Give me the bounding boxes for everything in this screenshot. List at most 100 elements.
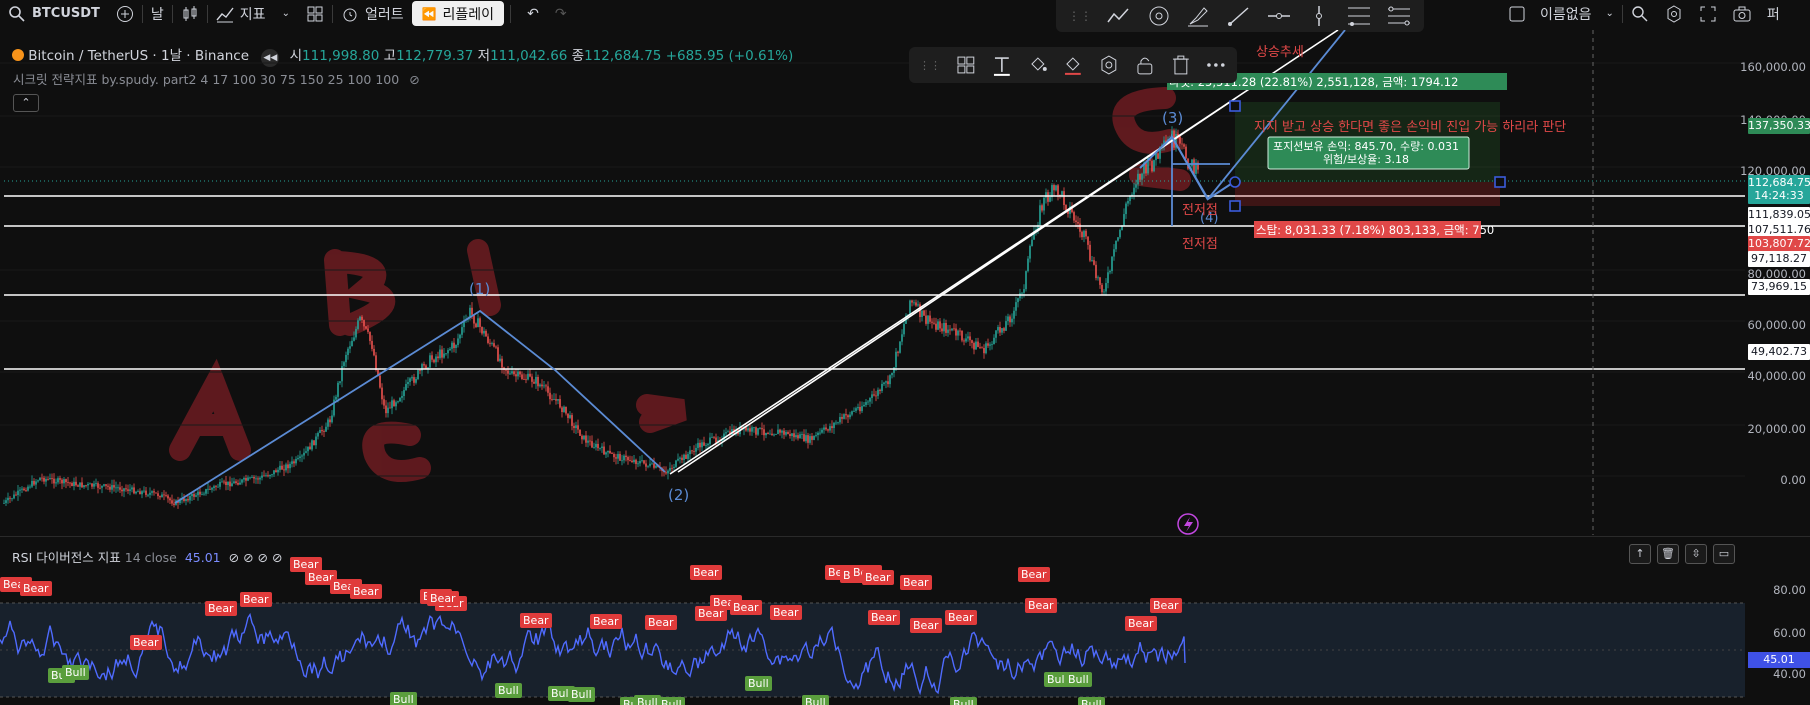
wave-label-1: (1) — [469, 280, 490, 298]
quick-search-button[interactable] — [1623, 0, 1657, 27]
tradingview-chart-window: BTCUSDT 날 지표 ⌄ 얼러트 ⏪ 리플레이 ↶ ↷ 이름없음 ⌄ 퍼 ⋮… — [0, 0, 1810, 705]
price-chart[interactable]: (1) (2) (3) (4) 전저점 전저점 상승추세 지지 받고 상승 한다… — [0, 30, 1745, 535]
settings-icon[interactable] — [1098, 54, 1120, 76]
price-badge: 73,969.15 — [1748, 279, 1810, 295]
grid-icon — [307, 6, 323, 21]
publish-button[interactable]: 퍼 — [1759, 0, 1788, 27]
bear-divergence-label: Bear — [1025, 598, 1057, 613]
drawing-float-toolbar: ⋮⋮ — [909, 47, 1237, 83]
settings-button[interactable] — [1657, 0, 1691, 27]
bull-divergence-label: Bull — [1065, 672, 1092, 687]
stop-text: 스탑: 8,031.33 (7.18%) 803,133, 금액: 750 — [1256, 223, 1494, 237]
parallel-channel-tool-icon[interactable] — [1386, 4, 1412, 28]
replay-button[interactable]: ⏪ 리플레이 — [411, 1, 505, 26]
fullscreen-button[interactable] — [1691, 0, 1725, 27]
price-badge: 49,402.73 — [1748, 344, 1810, 360]
wave-label-2: (2) — [668, 486, 689, 504]
horizontal-levels — [4, 195, 1745, 370]
price-tick-label: 20,000.00 — [1747, 422, 1806, 436]
replay-label: 리플레이 — [442, 6, 495, 23]
chevron-down-icon: ⌄ — [1605, 8, 1614, 19]
bear-divergence-label: Bear — [205, 601, 237, 616]
search-icon — [9, 5, 25, 22]
bear-divergence-label: Bear — [862, 570, 894, 585]
rsi-tick-label: 40.00 — [1773, 667, 1806, 681]
lock-icon[interactable] — [1134, 54, 1156, 76]
bear-divergence-label: Bear — [1018, 567, 1050, 582]
target-tool-icon[interactable] — [1146, 4, 1172, 28]
watermark-letters — [169, 87, 1191, 482]
bear-divergence-label: Bear — [240, 592, 272, 607]
layout-name: 이름없음 — [1540, 6, 1592, 23]
undo-button[interactable]: ↶ — [519, 0, 547, 27]
bull-divergence-label: Bull — [62, 665, 89, 680]
loss-zone[interactable] — [1235, 182, 1500, 206]
bear-divergence-label: Bear — [695, 606, 727, 621]
price-tick-label: 60,000.00 — [1747, 318, 1806, 332]
background-color-icon[interactable] — [1062, 54, 1084, 76]
price-tick-label: 40,000.00 — [1747, 369, 1806, 383]
snapshot-button[interactable] — [1725, 0, 1759, 27]
indicators-label: 지표 — [239, 6, 266, 23]
price-tick-label: 0.00 — [1780, 473, 1806, 487]
rsi-value-badge: 45.01 — [1748, 652, 1810, 668]
text-tool-icon[interactable] — [991, 54, 1013, 76]
alert-button[interactable]: 얼러트 — [333, 0, 412, 27]
position-line2: 위험/보상율: 3.18 — [1323, 153, 1409, 166]
bull-divergence-label: Bull — [568, 687, 595, 702]
bear-divergence-label: Bear — [730, 600, 762, 615]
publish-label: 퍼 — [1766, 6, 1780, 23]
chevron-down-icon: ⌄ — [281, 8, 290, 19]
chart-type-button[interactable] — [173, 0, 207, 27]
fill-color-icon[interactable] — [1027, 54, 1049, 76]
bull-divergence-label: Bull — [745, 676, 772, 691]
brush-tool-icon[interactable] — [1186, 4, 1212, 28]
template-icon[interactable] — [955, 54, 977, 76]
templates-button[interactable] — [298, 0, 332, 27]
bull-divergence-label: Bull — [658, 697, 685, 705]
layout-button[interactable]: 이름없음 ⌄ — [1500, 0, 1622, 27]
compare-button[interactable] — [108, 0, 142, 27]
price-badge: 14:24:33 — [1748, 188, 1810, 204]
rsi-tick-label: 60.00 — [1773, 626, 1806, 640]
price-badge: 137,350.33 — [1748, 118, 1810, 134]
rsi-axis[interactable]: 80.00 60.00 40.00 45.01 — [1745, 537, 1810, 705]
trash-icon[interactable] — [1170, 54, 1192, 76]
bear-divergence-label: Bear — [520, 613, 552, 628]
redo-button[interactable]: ↷ — [547, 0, 575, 27]
more-icon[interactable] — [1205, 54, 1227, 76]
horizontal-line-tool-icon[interactable] — [1266, 4, 1292, 28]
bull-divergence-label: Bull — [1078, 697, 1105, 705]
symbol-label: BTCUSDT — [32, 6, 100, 21]
price-axis[interactable]: 160,000.00140,000.00120,000.0080,000.006… — [1740, 27, 1810, 535]
rsi-tick-label: 80.00 — [1773, 583, 1806, 597]
drag-handle-icon[interactable]: ⋮⋮ — [919, 59, 941, 72]
interval-label: 날 — [150, 6, 164, 23]
bear-divergence-label: Bear — [910, 618, 942, 633]
search-icon — [1632, 5, 1648, 21]
trend-lines — [669, 30, 1339, 475]
drag-handle-icon[interactable]: ⋮⋮ — [1068, 9, 1092, 23]
symbol-search[interactable]: BTCUSDT — [0, 0, 108, 27]
interval-button[interactable]: 날 — [143, 0, 172, 27]
trend-line-tool-icon[interactable] — [1106, 4, 1132, 28]
vertical-line-tool-icon[interactable] — [1306, 4, 1332, 28]
indicators-dropdown[interactable]: ⌄ — [274, 0, 298, 27]
divider — [510, 4, 512, 23]
price-tick-label: 160,000.00 — [1740, 60, 1806, 74]
indicators-button[interactable]: 지표 — [208, 0, 274, 27]
prev-low-label-1: 전저점 — [1182, 203, 1218, 218]
price-badge: 103,807.72 — [1748, 236, 1810, 252]
drawing-toolbar: ⋮⋮ — [1056, 0, 1424, 32]
candles-icon — [183, 5, 197, 21]
ray-tool-icon[interactable] — [1226, 4, 1252, 28]
bear-divergence-label: Bear — [590, 614, 622, 629]
camera-icon — [1733, 6, 1751, 21]
bull-divergence-label: Bull — [495, 683, 522, 698]
top-toolbar: BTCUSDT 날 지표 ⌄ 얼러트 ⏪ 리플레이 ↶ ↷ 이름없음 ⌄ 퍼 — [0, 0, 1810, 27]
bear-divergence-label: Bear — [900, 575, 932, 590]
alert-label: 얼러트 — [364, 6, 404, 23]
fib-tool-icon[interactable] — [1346, 4, 1372, 28]
bull-divergence-label: Bull — [390, 692, 417, 705]
flash-icon[interactable] — [1177, 513, 1199, 535]
